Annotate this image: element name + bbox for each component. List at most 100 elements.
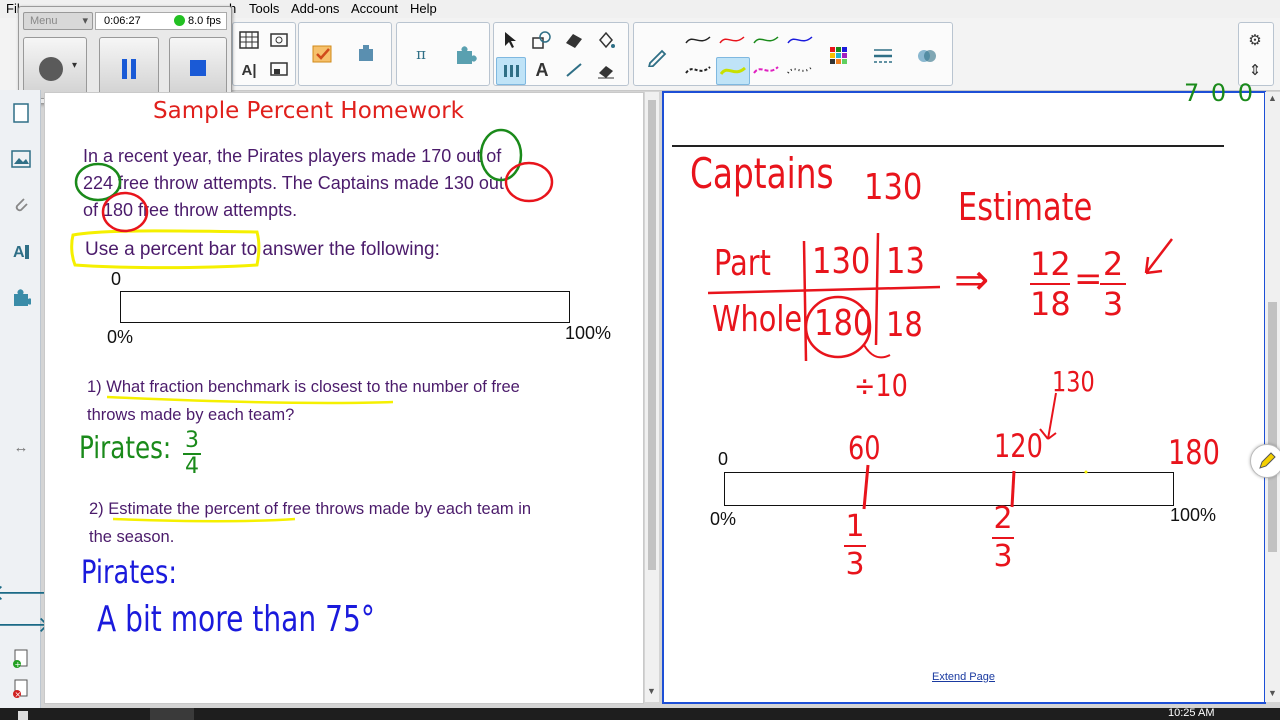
tick-one-third xyxy=(862,464,870,510)
toolbar-group-activities xyxy=(298,22,392,86)
pen-magenta-icon[interactable] xyxy=(750,57,782,83)
math-pi-icon[interactable]: π xyxy=(403,39,439,69)
q2-answer-label: Pirates: xyxy=(81,553,177,591)
extend-page-link[interactable]: Extend Page xyxy=(932,671,995,683)
record-dropdown-icon[interactable]: ▾ xyxy=(72,60,77,71)
attachments-icon[interactable] xyxy=(8,192,34,218)
eraser-shape-icon[interactable] xyxy=(560,27,588,53)
q2-answer-text: A bit more than 75° xyxy=(97,599,375,640)
highlighter-yellow-icon[interactable] xyxy=(716,57,750,85)
table-icon[interactable] xyxy=(235,27,263,53)
q1-answer-numerator: 3 xyxy=(185,428,199,453)
menu-account[interactable]: Account xyxy=(351,1,398,16)
recorder-menu-button[interactable]: Menu ▾ xyxy=(23,12,93,30)
properties-icon[interactable]: A xyxy=(8,238,34,264)
eraser-icon[interactable] xyxy=(592,57,620,83)
circle-170 xyxy=(479,128,523,182)
right-scroll-down-icon[interactable]: ▼ xyxy=(1268,688,1277,698)
response-icon[interactable] xyxy=(305,39,341,69)
tick-two-thirds xyxy=(1010,470,1016,508)
right-page[interactable]: 7 0 0 Captains 130 Estimate Part Whole 1… xyxy=(662,79,1266,704)
start-icon[interactable] xyxy=(18,711,28,720)
recorder-status: 0:06:27 8.0 fps xyxy=(95,12,227,30)
right-scrollbar-thumb[interactable] xyxy=(1268,302,1277,552)
recorder-elapsed: 0:06:27 xyxy=(104,15,141,27)
toolbar-group-settings: ⚙ ⇕ xyxy=(1238,22,1274,86)
scroll-up-icon[interactable]: ▲ xyxy=(1268,93,1277,103)
svg-text:A: A xyxy=(13,244,25,261)
table-line-horizontal xyxy=(707,285,941,295)
svg-text:×: × xyxy=(15,690,22,699)
arrow-130-icon xyxy=(1039,392,1057,440)
highlight-underline-q1 xyxy=(106,395,394,405)
recording-status-icon xyxy=(174,15,185,26)
toolbar-group-tools: A xyxy=(493,22,629,86)
pen-black-icon[interactable] xyxy=(682,27,714,53)
left-page-scrollbar[interactable]: ▼ xyxy=(645,92,659,702)
stop-button[interactable] xyxy=(169,37,227,99)
table-line-vertical-1 xyxy=(802,240,808,362)
svg-text:+: + xyxy=(15,660,22,669)
shapes-icon[interactable] xyxy=(528,27,556,53)
menu-help[interactable]: Help xyxy=(410,1,437,16)
pen-blue-icon[interactable] xyxy=(784,27,816,53)
previous-page-icon[interactable]: 🡐 xyxy=(0,580,51,606)
pen-icon[interactable] xyxy=(638,41,676,71)
yellow-dot xyxy=(1084,470,1088,474)
left-scrollbar-thumb[interactable] xyxy=(648,100,656,570)
fill-icon[interactable] xyxy=(592,27,620,53)
page-sorter-icon[interactable] xyxy=(8,100,34,126)
pen-red-icon[interactable] xyxy=(716,27,748,53)
arrow-check-icon xyxy=(1144,238,1173,275)
screen-shade-icon[interactable] xyxy=(265,57,293,83)
q1-answer-denominator: 4 xyxy=(183,453,201,479)
pause-button[interactable] xyxy=(99,37,159,99)
pen-dotted-icon[interactable] xyxy=(784,57,816,83)
text-format-icon[interactable]: A| xyxy=(235,57,263,83)
scroll-down-icon[interactable]: ▼ xyxy=(647,686,656,696)
floating-pen-button[interactable] xyxy=(1250,444,1280,478)
taskbar-active-app[interactable] xyxy=(150,708,194,720)
screen-capture-icon[interactable] xyxy=(265,27,293,53)
record-icon xyxy=(39,57,63,81)
taskbar-clock: 10:25 AM xyxy=(1168,707,1215,719)
select-arrow-icon[interactable] xyxy=(496,27,524,53)
toolbar-group-math: π xyxy=(396,22,490,86)
side-tab-bar: A ↔ 🡐 🡒 + × xyxy=(0,90,51,708)
gear-icon[interactable]: ⚙ xyxy=(1241,27,1269,53)
recorder-widget: Menu ▾ 0:06:27 8.0 fps ▾ xyxy=(18,6,232,104)
gallery-icon[interactable] xyxy=(8,146,34,172)
pen-green-icon[interactable] xyxy=(750,27,782,53)
circle-130 xyxy=(504,161,554,203)
addons-icon[interactable] xyxy=(349,39,385,69)
next-page-icon[interactable]: 🡒 xyxy=(0,612,51,638)
toolbar-group-pens xyxy=(633,22,953,86)
chevron-down-icon: ▾ xyxy=(82,15,88,27)
addons-tab-icon[interactable] xyxy=(8,284,34,310)
circle-180 xyxy=(101,191,149,233)
color-palette-icon[interactable] xyxy=(820,41,858,71)
highlight-box-instruction xyxy=(70,229,261,270)
menu-tools[interactable]: Tools xyxy=(249,1,279,16)
right-annotations xyxy=(707,232,1173,510)
pen-black-dash-icon[interactable] xyxy=(682,57,714,83)
left-page[interactable]: Sample Percent Homework In a recent year… xyxy=(44,92,644,704)
magic-pen-icon[interactable] xyxy=(496,57,526,85)
recorder-menu-label: Menu xyxy=(30,15,58,27)
toolbar-group-insert: A| xyxy=(232,22,296,86)
pencil-icon xyxy=(1259,452,1276,469)
line-style-icon[interactable] xyxy=(864,41,902,71)
q1-answer-fraction: 3 4 xyxy=(183,429,201,479)
right-page-scrollbar[interactable]: ▲ ▼ xyxy=(1265,92,1280,702)
q1-answer-label: Pirates: xyxy=(79,431,172,466)
add-page-icon[interactable]: + xyxy=(8,646,34,672)
resize-sidebar-icon[interactable]: ↔ xyxy=(8,434,34,460)
taskbar: 10:25 AM xyxy=(0,707,1280,720)
menu-addons[interactable]: Add-ons xyxy=(291,1,339,16)
stop-icon xyxy=(190,60,206,76)
text-tool-icon[interactable]: A xyxy=(528,57,556,83)
puzzle-icon[interactable] xyxy=(447,39,483,69)
line-tool-icon[interactable] xyxy=(560,57,588,83)
transparency-icon[interactable] xyxy=(908,41,946,71)
delete-page-icon[interactable]: × xyxy=(8,676,34,702)
